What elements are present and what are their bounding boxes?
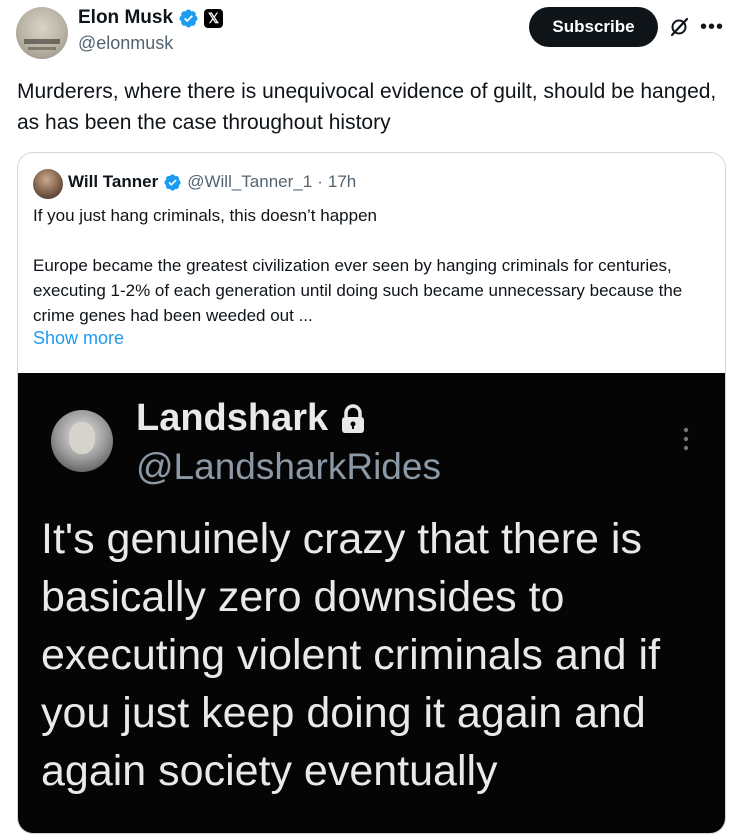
verified-badge-icon [164, 173, 181, 191]
quote-timestamp[interactable]: 17h [328, 172, 356, 192]
quote-author-name[interactable]: Will Tanner [68, 172, 158, 192]
embedded-post-text: It's genuinely crazy that there is basic… [41, 515, 661, 795]
avatar-detail [28, 47, 56, 50]
quoted-tweet[interactable]: Will Tanner @Will_Tanner_1 · 17h If you … [17, 152, 726, 834]
quote-text: If you just hang criminals, this doesn’t… [33, 203, 703, 328]
embedded-image[interactable]: Landshark @LandsharkRides It's genuinely… [18, 373, 725, 833]
embedded-author-avatar [51, 410, 113, 472]
subscribe-button[interactable]: Subscribe [529, 7, 658, 47]
quote-paragraph: If you just hang criminals, this doesn’t… [33, 206, 377, 225]
avatar-detail [24, 39, 60, 44]
avatar-face [69, 422, 95, 454]
separator-dot: · [317, 172, 323, 191]
more-icon[interactable]: ••• [700, 15, 724, 39]
author-name-row: Elon Musk 𝕏 [78, 7, 224, 29]
lock-icon [342, 403, 365, 433]
author-avatar[interactable] [16, 7, 68, 59]
grok-icon[interactable] [667, 15, 691, 39]
x-badge-icon: 𝕏 [204, 8, 224, 28]
quote-paragraph: Europe became the greatest civilization … [33, 256, 683, 325]
show-more-link[interactable]: Show more [33, 328, 124, 349]
verified-badge-icon [179, 9, 198, 27]
quote-author-handle[interactable]: @Will_Tanner_1 [187, 172, 312, 192]
quote-header: Will Tanner @Will_Tanner_1 · 17h [68, 172, 356, 192]
embedded-author-name: Landshark [136, 397, 329, 439]
more-vertical-icon [683, 427, 689, 451]
embedded-author-row: Landshark [136, 397, 366, 440]
tweet-text: Murderers, where there is unequivocal ev… [17, 80, 717, 134]
quote-author-avatar[interactable] [33, 169, 63, 199]
embedded-author-handle: @LandsharkRides [136, 446, 441, 487]
author-handle[interactable]: @elonmusk [78, 33, 173, 54]
author-name[interactable]: Elon Musk [78, 7, 173, 29]
